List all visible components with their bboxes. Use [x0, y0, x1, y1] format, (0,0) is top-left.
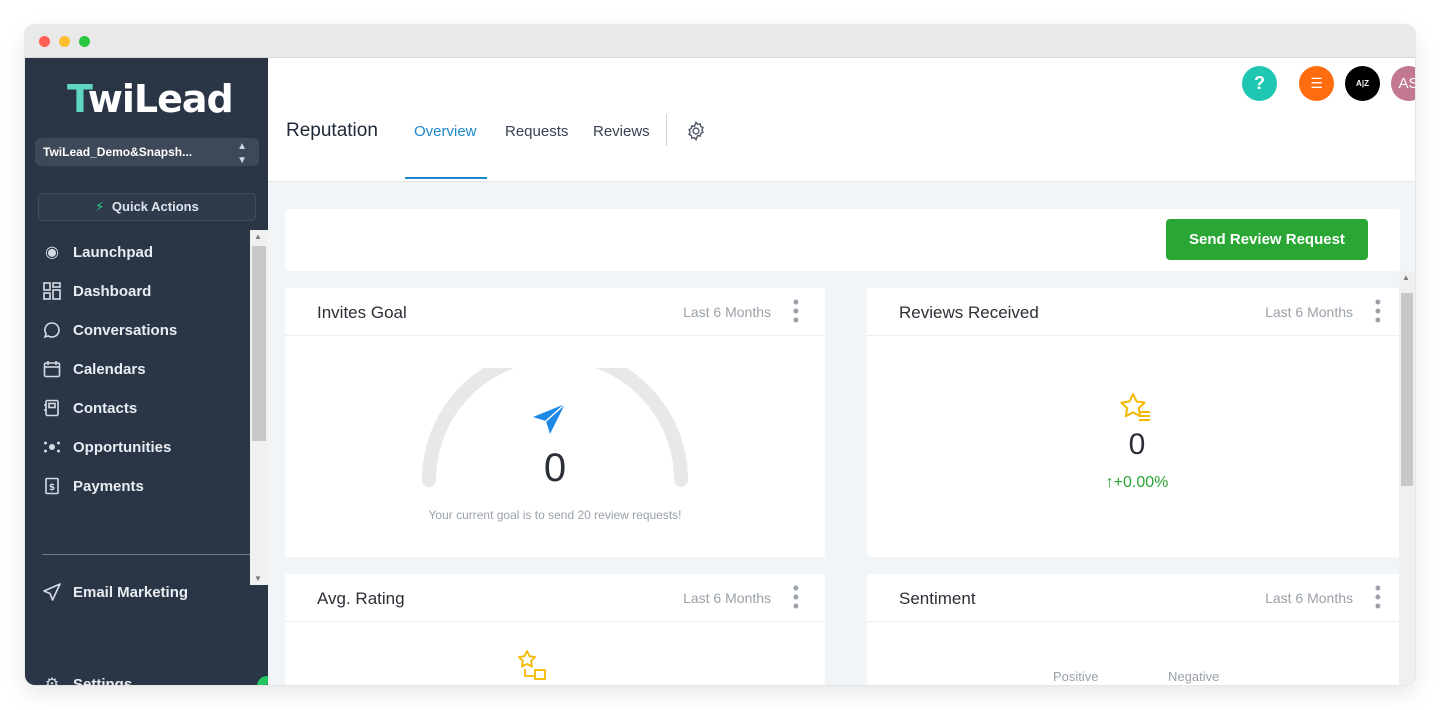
quick-actions-button[interactable]: ⚡ Quick Actions — [38, 193, 256, 221]
dashboard-icon — [42, 282, 62, 302]
main-content: Reputation Overview Requests Reviews ? ☰… — [268, 58, 1415, 685]
sidebar-item-label: Opportunities — [73, 439, 172, 456]
more-options-icon[interactable]: • • • — [793, 579, 799, 615]
tab-overview[interactable]: Overview — [414, 123, 477, 140]
goal-value: 0 — [543, 446, 567, 490]
top-header: Reputation Overview Requests Reviews ? ☰… — [268, 58, 1415, 182]
sidebar-item-label: Contacts — [73, 400, 138, 417]
sidebar-item-label: Dashboard — [73, 283, 152, 300]
more-options-icon[interactable]: • • • — [1375, 579, 1381, 615]
minimize-window-button[interactable] — [59, 36, 70, 47]
scroll-thumb[interactable] — [252, 246, 266, 441]
svg-text:$: $ — [49, 483, 55, 493]
card-title: Invites Goal — [317, 303, 407, 322]
opportunities-icon — [42, 438, 62, 458]
scroll-up-icon[interactable]: ▲ — [1402, 273, 1410, 282]
date-range-label[interactable]: Last 6 Months — [683, 590, 771, 606]
positive-label: Positive — [1053, 669, 1099, 684]
sidebar-item-conversations[interactable]: Conversations — [25, 311, 250, 350]
tab-divider — [666, 114, 667, 146]
sidebar-item-email-marketing[interactable]: Email Marketing — [25, 573, 250, 612]
app-logo[interactable]: TwiLead — [67, 78, 234, 120]
arrow-up-icon: ↑ — [1105, 474, 1114, 491]
negative-label: Negative — [1168, 669, 1220, 684]
more-options-icon[interactable]: • • • — [1375, 293, 1381, 329]
maximize-window-button[interactable] — [79, 36, 90, 47]
card-title: Sentiment — [899, 589, 976, 608]
chat-icon — [42, 321, 62, 341]
sentiment-card: Sentiment Last 6 Months • • • Positive Neg… — [867, 574, 1407, 685]
avg-rating-card: Avg. Rating Last 6 Months ••• 0 — [285, 574, 825, 685]
tab-requests[interactable]: Requests — [505, 123, 568, 140]
app-window: TwiLead TwiLead_Demo&Snapsh... ▲ ▼ ⚡ Quic… — [25, 25, 1415, 685]
lightning-icon: ⚡ — [95, 199, 105, 214]
star-list-icon — [1120, 393, 1150, 421]
sidebar-item-label: Launchpad — [73, 244, 154, 261]
card-title: Reviews Received — [899, 303, 1039, 322]
sidebar: TwiLead TwiLead_Demo&Snapsh... ▲ ▼ ⚡ Quic… — [25, 58, 277, 685]
close-window-button[interactable] — [39, 36, 50, 47]
goal-caption: Your current goal is to send 20 review r… — [428, 508, 682, 522]
calendar-icon — [42, 360, 62, 380]
action-bar: Send Review Request — [285, 209, 1400, 271]
tab-reviews[interactable]: Reviews — [593, 123, 650, 140]
date-range-label[interactable]: Last 6 Months — [1265, 304, 1353, 320]
sidebar-scrollbar[interactable]: ▲ ▼ — [250, 230, 268, 585]
date-range-label[interactable]: Last 6 Months — [683, 304, 771, 320]
sidebar-item-label: Payments — [73, 478, 144, 495]
sidebar-item-settings[interactable]: ⚙ Settings — [25, 665, 250, 685]
sidebar-item-calendars[interactable]: Calendars — [25, 350, 250, 389]
card-title: Avg. Rating — [317, 589, 405, 608]
translate-button[interactable]: A|Z — [1345, 66, 1380, 101]
active-tab-indicator — [405, 177, 487, 179]
payments-icon: $ — [42, 477, 62, 497]
scroll-up-icon[interactable]: ▲ — [254, 232, 262, 241]
updown-caret-icon: ▲ ▼ — [237, 141, 247, 166]
sidebar-item-dashboard[interactable]: Dashboard — [25, 272, 250, 311]
question-icon: ? — [1254, 73, 1265, 93]
reputation-settings-button[interactable] — [685, 120, 707, 142]
list-icon: ☰ — [1310, 75, 1323, 91]
sidebar-nav: ◉ Launchpad Dashboard Conversations Cale… — [25, 233, 250, 506]
scroll-thumb[interactable] — [1401, 293, 1413, 486]
tasks-button[interactable]: ☰ — [1299, 66, 1334, 101]
send-icon — [42, 583, 62, 603]
sidebar-item-label: Conversations — [73, 322, 178, 339]
sidebar-item-label: Calendars — [73, 361, 146, 378]
launchpad-icon: ◉ — [45, 244, 59, 261]
sidebar-item-label: Email Marketing — [73, 584, 189, 601]
help-button[interactable]: ? — [1242, 66, 1277, 101]
more-options-icon[interactable]: • • • — [793, 293, 799, 329]
main-scrollbar[interactable]: ▲ — [1399, 271, 1415, 685]
account-name: TwiLead_Demo&Snapsh... — [43, 145, 193, 159]
star-rating-icon — [518, 650, 546, 680]
scroll-down-icon[interactable]: ▼ — [254, 574, 262, 583]
reviews-value: 0 — [1128, 428, 1146, 461]
account-switcher[interactable]: TwiLead_Demo&Snapsh... ▲ ▼ — [35, 138, 259, 166]
sidebar-divider — [42, 554, 250, 555]
translate-icon: A|Z — [1356, 79, 1369, 88]
reviews-change: ↑+0.00% — [1105, 474, 1169, 491]
sidebar-item-payments[interactable]: $ Payments — [25, 467, 250, 506]
reviews-received-card: Reviews Received Last 6 Months • • • 0 ↑+0… — [867, 288, 1407, 557]
page-title: Reputation — [286, 120, 378, 141]
send-review-request-button[interactable]: Send Review Request — [1166, 219, 1368, 260]
avatar[interactable]: AS — [1391, 66, 1415, 101]
gear-icon — [688, 120, 704, 142]
sidebar-item-contacts[interactable]: Contacts — [25, 389, 250, 428]
contacts-icon — [42, 399, 62, 419]
invites-goal-card: Invites Goal Last 6 Months • • • 0 Your cu… — [285, 288, 825, 557]
send-plane-icon — [533, 403, 566, 434]
sidebar-item-launchpad[interactable]: ◉ Launchpad — [25, 233, 250, 272]
gear-icon: ⚙ — [44, 676, 60, 685]
date-range-label[interactable]: Last 6 Months — [1265, 590, 1353, 606]
window-titlebar — [25, 25, 1415, 58]
quick-actions-label: Quick Actions — [111, 199, 199, 214]
sidebar-item-opportunities[interactable]: Opportunities — [25, 428, 250, 467]
sidebar-item-label: Settings — [73, 676, 133, 685]
